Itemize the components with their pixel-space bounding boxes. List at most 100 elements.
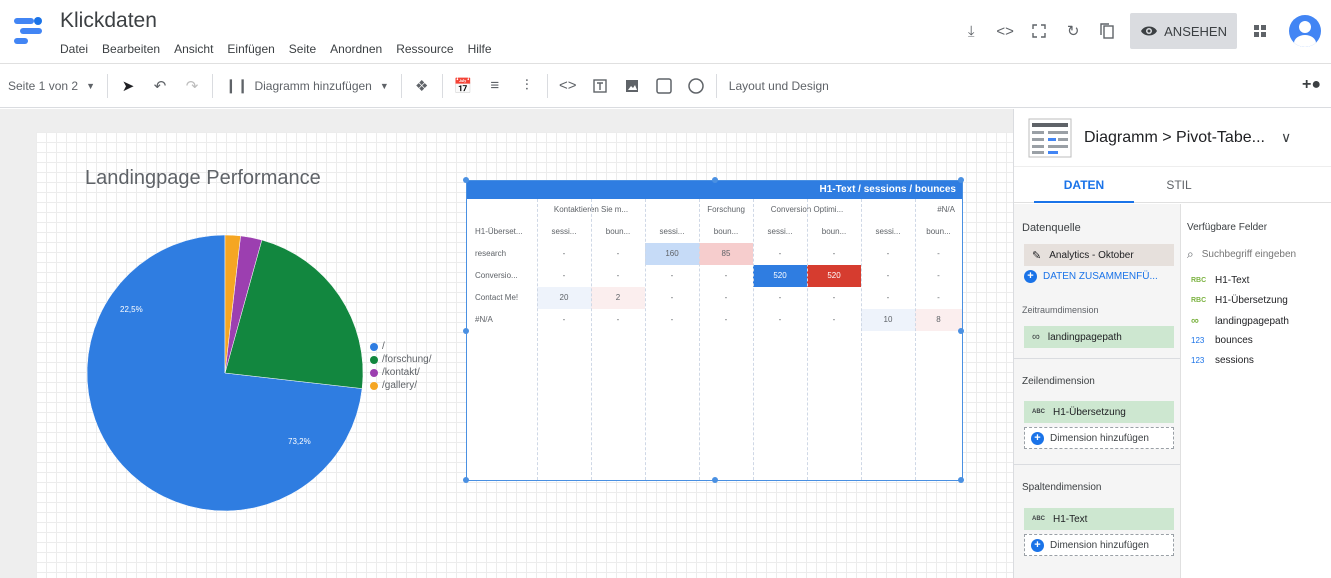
chevron-down-icon[interactable]: ∨ (1281, 129, 1291, 146)
resize-handle[interactable] (463, 177, 469, 183)
menu-seite[interactable]: Seite (289, 42, 316, 56)
table-cell: - (937, 249, 940, 258)
menu-datei[interactable]: Datei (60, 42, 88, 56)
field-item[interactable]: RBC H1-Text (1191, 275, 1249, 286)
table-cell: - (616, 315, 620, 324)
layout-theme-button[interactable]: Layout und Design (721, 64, 837, 108)
text-type-icon: ABC (1032, 516, 1045, 522)
circle-icon[interactable] (683, 73, 709, 99)
field-item[interactable]: RBC H1-Übersetzung (1191, 295, 1288, 306)
code-icon[interactable]: <> (988, 14, 1022, 48)
table-cell: 85 (699, 243, 753, 265)
community-viz-icon[interactable]: ❖ (409, 73, 435, 99)
chevron-down-icon: ▼ (379, 80, 389, 91)
resize-handle[interactable] (463, 477, 469, 483)
avatar[interactable] (1289, 15, 1321, 47)
pie-chart[interactable] (85, 233, 365, 513)
divider (807, 199, 808, 480)
resize-handle[interactable] (958, 477, 964, 483)
resize-handle[interactable] (958, 177, 964, 183)
field-search[interactable]: ⌕ (1187, 244, 1331, 264)
menu-ansicht[interactable]: Ansicht (174, 42, 213, 56)
menu-bearbeiten[interactable]: Bearbeiten (102, 42, 160, 56)
row-label: #N/A (475, 315, 493, 324)
text-icon[interactable] (587, 73, 613, 99)
row-dimension-chip[interactable]: ABC H1-Übersetzung (1024, 401, 1174, 423)
divider (537, 199, 538, 480)
date-range-icon[interactable]: 📅 (450, 73, 476, 99)
divider (441, 73, 443, 98)
legend-item[interactable]: /gallery/ (370, 379, 431, 392)
rectangle-icon[interactable] (651, 73, 677, 99)
sub-header: boun... (926, 227, 951, 236)
menu-einfuegen[interactable]: Einfügen (227, 42, 274, 56)
column-dimension-chip[interactable]: ABC H1-Text (1024, 508, 1174, 530)
table-cell: - (778, 249, 782, 258)
resize-handle[interactable] (463, 328, 469, 334)
table-cell: 160 (645, 243, 699, 265)
table-row: #N/A - - - - - - 10 8 (467, 309, 962, 331)
view-button[interactable]: ANSEHEN (1130, 13, 1237, 49)
table-cell: - (616, 271, 620, 280)
add-row-dimension[interactable]: + Dimension hinzufügen (1024, 427, 1174, 449)
row-label: Conversio... (475, 271, 518, 280)
resize-handle[interactable] (958, 328, 964, 334)
menu-ressource[interactable]: Ressource (396, 42, 453, 56)
legend-item[interactable]: /kontakt/ (370, 366, 431, 379)
chart-title[interactable]: Landingpage Performance (85, 167, 321, 190)
resize-handle[interactable] (712, 177, 718, 183)
legend-item[interactable]: / (370, 340, 431, 353)
fullscreen-icon[interactable] (1022, 14, 1056, 48)
image-icon[interactable] (619, 73, 645, 99)
blend-data-label: DATEN ZUSAMMENFÜ... (1043, 271, 1158, 282)
legend-item[interactable]: /forschung/ (370, 353, 431, 366)
menu-anordnen[interactable]: Anordnen (330, 42, 382, 56)
undo-icon[interactable]: ↶ (147, 73, 173, 99)
field-item[interactable]: ∞ landingpagepath (1191, 315, 1289, 327)
divider (699, 199, 700, 480)
tab-daten[interactable]: DATEN (1034, 167, 1134, 203)
page-selector[interactable]: Seite 1 von 2 ▼ (0, 64, 103, 108)
embed-code-icon[interactable]: <> (555, 73, 581, 99)
add-column-dimension[interactable]: + Dimension hinzufügen (1024, 534, 1174, 556)
data-control-icon[interactable]: ⫶ (514, 73, 540, 99)
pivot-header: H1-Text / sessions / bounces (467, 181, 962, 199)
copy-icon[interactable] (1090, 14, 1124, 48)
tab-stil[interactable]: STIL (1139, 167, 1219, 203)
field-item[interactable]: 123 bounces (1191, 335, 1253, 346)
pivot-table[interactable]: H1-Text / sessions / bounces Kontaktiere… (463, 177, 964, 483)
top-bar: Klickdaten Datei Bearbeiten Ansicht Einf… (0, 0, 1331, 64)
select-pointer-icon[interactable]: ➤ (115, 73, 141, 99)
table-cell: - (778, 315, 782, 324)
link-icon: ∞ (1191, 315, 1199, 327)
report-title[interactable]: Klickdaten (60, 9, 157, 33)
sub-header: boun... (713, 227, 739, 236)
table-cell: - (937, 271, 940, 280)
field-item[interactable]: 123 sessions (1191, 355, 1254, 366)
divider (400, 73, 402, 98)
blend-data-button[interactable]: + DATEN ZUSAMMENFÜ... (1024, 270, 1158, 283)
table-cell: - (724, 271, 728, 280)
download-icon[interactable]: ⤓ (954, 14, 988, 48)
share-person-icon[interactable]: +● (1302, 76, 1321, 94)
text-type-icon: RBC (1191, 277, 1207, 284)
datasource-chip[interactable]: ✎ Analytics - Oktober (1024, 244, 1174, 266)
filter-icon[interactable]: ≡ (482, 73, 508, 99)
apps-icon[interactable] (1243, 14, 1277, 48)
plus-icon: + (1031, 538, 1044, 552)
date-dimension-chip[interactable]: ∞ landingpagepath (1024, 326, 1174, 348)
table-cell: - (886, 249, 890, 258)
data-studio-logo[interactable] (12, 14, 46, 48)
menu-hilfe[interactable]: Hilfe (468, 42, 492, 56)
editor-toolbar: Seite 1 von 2 ▼ ➤ ↶ ↷ ❙❙ Diagramm hinzuf… (0, 64, 1331, 108)
section-label: Verfügbare Felder (1187, 222, 1268, 233)
panel-title: Diagramm > Pivot-Tabe... (1084, 128, 1265, 146)
bar-chart-icon: ❙❙ (224, 77, 249, 93)
table-cell: - (832, 293, 836, 302)
resize-handle[interactable] (712, 477, 718, 483)
redo-icon[interactable]: ↷ (179, 73, 205, 99)
panel-header: Diagramm > Pivot-Tabe... ∨ (1014, 109, 1331, 167)
add-chart-button[interactable]: ❙❙ Diagramm hinzufügen ▼ (217, 64, 397, 108)
search-input[interactable] (1201, 248, 1322, 260)
refresh-icon[interactable]: ↻ (1056, 14, 1090, 48)
